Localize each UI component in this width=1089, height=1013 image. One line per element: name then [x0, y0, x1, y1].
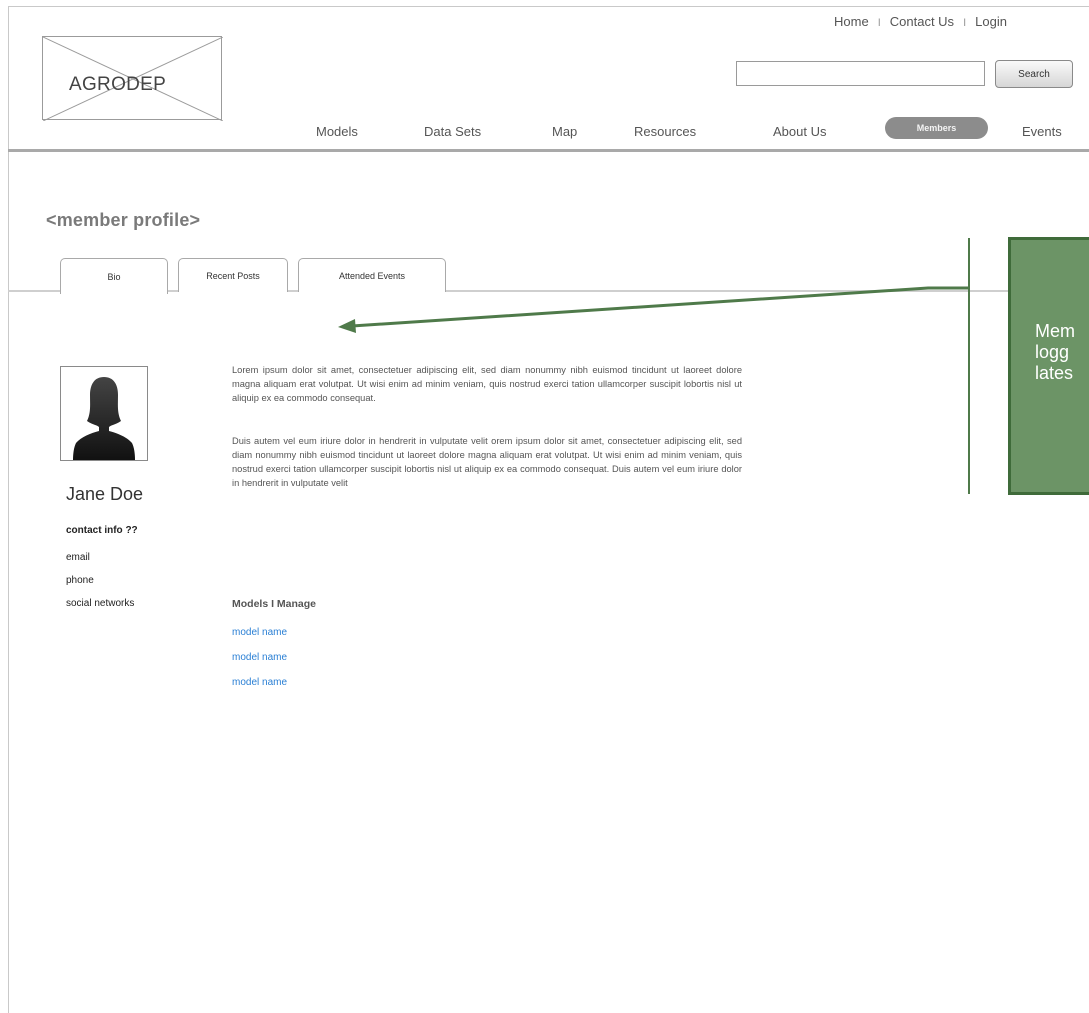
annotation-arrow-line — [351, 286, 969, 328]
annotation-text: Mem logg lates — [1035, 321, 1089, 384]
annotation-connector — [338, 238, 970, 494]
arrow-head-icon — [338, 319, 356, 333]
annotation-line: lates — [1035, 363, 1074, 383]
annotation-line: logg — [1035, 342, 1070, 362]
annotation-note: Mem logg lates — [1008, 237, 1089, 495]
annotation-line: Mem — [1035, 321, 1075, 341]
tab-bio[interactable]: Bio — [60, 258, 168, 294]
